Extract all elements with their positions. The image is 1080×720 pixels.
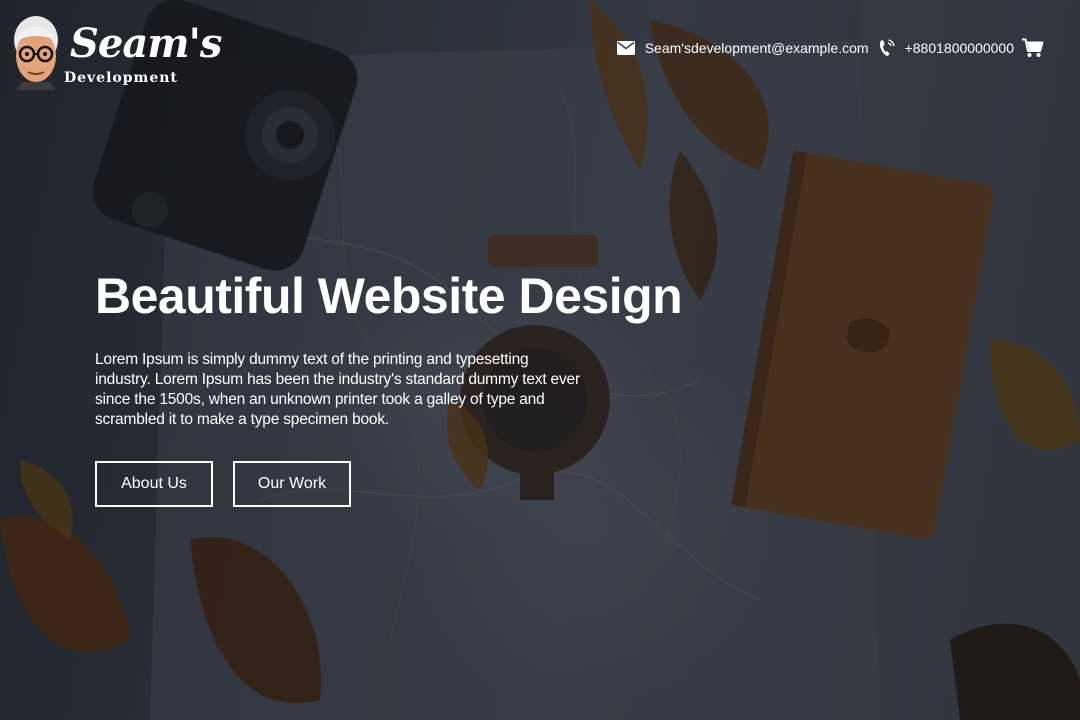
logo-avatar-icon [14,16,58,90]
phone-icon [869,38,895,58]
hero-heading: Beautiful Website Design [95,268,683,324]
our-work-button[interactable]: Our Work [233,461,351,507]
header-email-link[interactable]: Seam'sdevelopment@example.com [645,40,869,56]
hero-description: Lorem Ipsum is simply dummy text of the … [95,351,580,428]
brand-subtitle: Development [64,70,178,86]
mail-icon [616,41,635,55]
brand-title: Seam's [70,20,222,67]
header-contact-bar: Seam'sdevelopment@example.com +880180000… [616,38,1044,58]
hero-button-group: About Us Our Work [95,461,595,507]
header-phone-link[interactable]: +8801800000000 [905,40,1014,56]
about-us-button[interactable]: About Us [95,461,213,507]
brand-logo[interactable]: Seam's Development [12,12,222,92]
cart-icon[interactable] [1014,38,1044,58]
hero-section: Beautiful Website Design Lorem Ipsum is … [95,266,683,507]
